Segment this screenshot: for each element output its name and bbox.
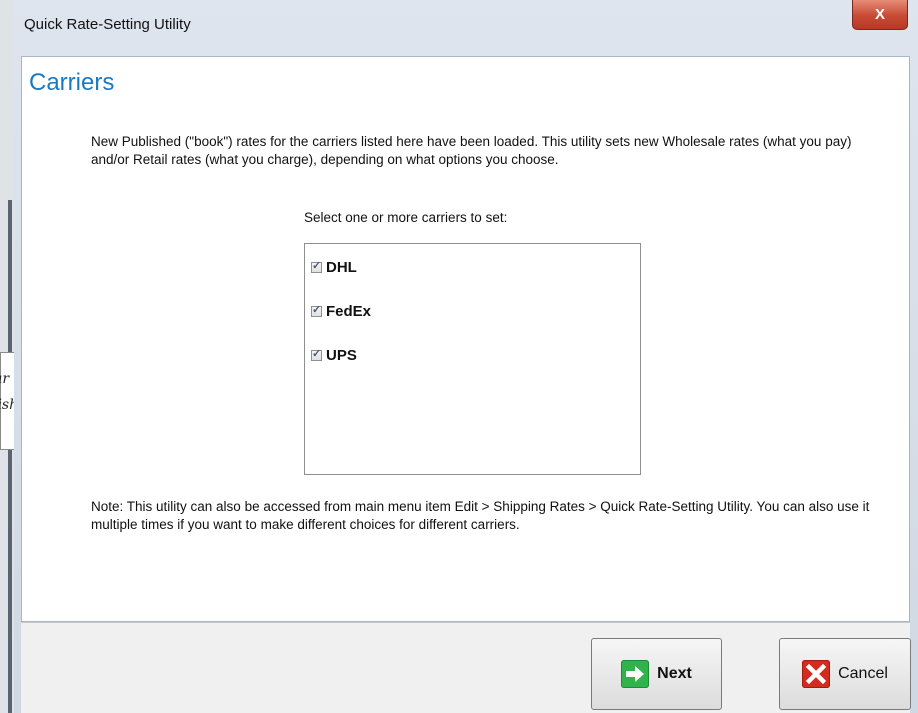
- close-button[interactable]: X: [852, 0, 908, 30]
- background-window-edge: [8, 200, 12, 713]
- close-icon: X: [874, 6, 885, 23]
- background-tooltip-line-1: ar: [0, 371, 10, 387]
- carrier-item-fedex[interactable]: FedEx: [311, 303, 371, 320]
- next-button-label: Next: [657, 665, 692, 682]
- carrier-list: DHL FedEx UPS: [304, 243, 641, 475]
- title-bar[interactable]: Quick Rate-Setting Utility X: [14, 0, 918, 56]
- checkbox-icon[interactable]: [311, 347, 322, 361]
- next-button[interactable]: Next: [591, 638, 722, 710]
- intro-text: New Published ("book") rates for the car…: [91, 134, 852, 167]
- close-x-icon: [802, 660, 831, 688]
- carrier-select-label: Select one or more carriers to set:: [304, 210, 508, 225]
- dialog-window: Quick Rate-Setting Utility X Carriers Ne…: [14, 0, 918, 713]
- cancel-button[interactable]: Cancel: [779, 638, 911, 710]
- button-bar: Next Cancel: [21, 622, 911, 713]
- page-title: Carriers: [29, 69, 115, 96]
- window-title: Quick Rate-Setting Utility: [24, 16, 191, 33]
- content-panel: Carriers New Published ("book") rates fo…: [21, 56, 910, 622]
- cancel-button-label: Cancel: [838, 665, 888, 682]
- carrier-label: DHL: [326, 259, 357, 276]
- arrow-right-icon: [621, 660, 650, 688]
- checkbox-icon[interactable]: [311, 259, 322, 273]
- note-text: Note: This utility can also be accessed …: [91, 499, 870, 532]
- carrier-label: UPS: [326, 347, 357, 364]
- carrier-item-ups[interactable]: UPS: [311, 347, 357, 364]
- checkbox-icon[interactable]: [311, 303, 322, 317]
- carrier-item-dhl[interactable]: DHL: [311, 259, 357, 276]
- carrier-label: FedEx: [326, 303, 372, 320]
